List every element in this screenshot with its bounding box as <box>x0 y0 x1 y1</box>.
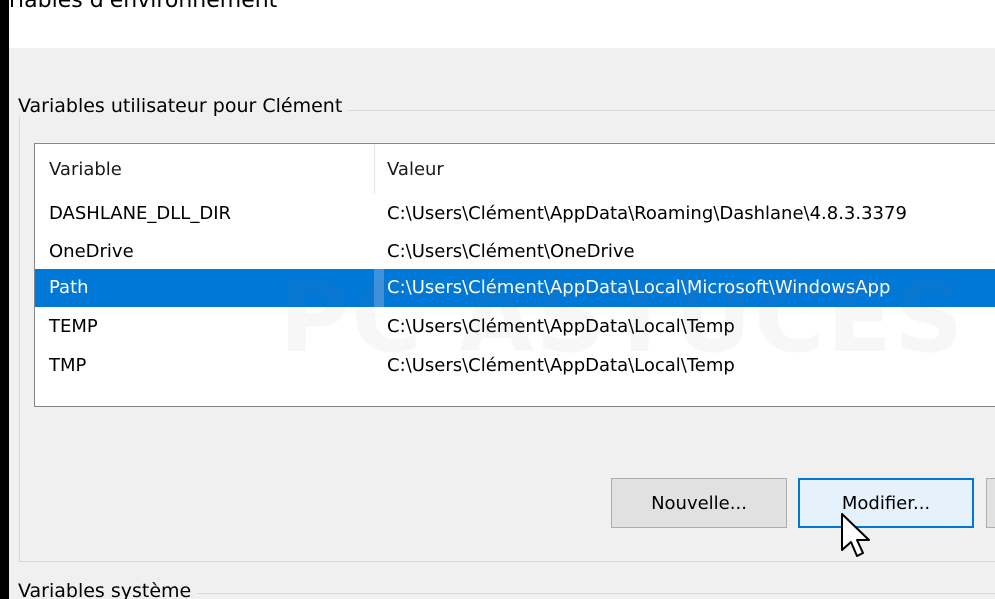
system-variables-group-label: Variables système <box>18 580 198 599</box>
row-variable-value: C:\Users\Clément\OneDrive <box>387 241 635 262</box>
table-row[interactable]: TMP C:\Users\Clément\AppData\Local\Temp <box>35 347 995 385</box>
row-variable-name: Path <box>49 277 89 298</box>
delete-variable-button[interactable] <box>986 478 995 528</box>
column-header-variable[interactable]: Variable <box>49 159 122 180</box>
table-row[interactable]: OneDrive C:\Users\Clément\OneDrive <box>35 233 995 271</box>
edit-variable-button[interactable]: Modifier... <box>798 478 974 528</box>
row-variable-name: DASHLANE_DLL_DIR <box>49 203 232 224</box>
table-row-selected[interactable]: Path C:\Users\Clément\AppData\Local\Micr… <box>35 269 995 307</box>
row-variable-name: TEMP <box>49 316 98 337</box>
column-header-valeur[interactable]: Valeur <box>387 159 444 180</box>
arrow-cursor-icon <box>841 513 870 557</box>
row-variable-value: C:\Users\Clément\AppData\Roaming\Dashlan… <box>387 203 907 224</box>
new-variable-button[interactable]: Nouvelle... <box>611 478 787 528</box>
title-bar: riables d'environnement <box>9 0 995 48</box>
row-variable-name: TMP <box>49 355 87 376</box>
table-row[interactable]: TEMP C:\Users\Clément\AppData\Local\Temp <box>35 308 995 346</box>
column-separator[interactable] <box>374 144 375 194</box>
selection-column-gap <box>374 269 384 307</box>
list-header: Variable Valeur <box>35 144 995 194</box>
window-border <box>0 0 9 599</box>
row-variable-value: C:\Users\Clément\AppData\Local\Temp <box>387 355 735 376</box>
window-title: riables d'environnement <box>9 0 278 13</box>
row-variable-value: C:\Users\Clément\AppData\Local\Temp <box>387 316 735 337</box>
user-variables-group-label: Variables utilisateur pour Clément <box>18 95 349 117</box>
environment-variables-dialog: riables d'environnement Variables utilis… <box>0 0 995 599</box>
row-variable-value: C:\Users\Clément\AppData\Local\Microsoft… <box>387 277 891 298</box>
row-variable-name: OneDrive <box>49 241 134 262</box>
dialog-panel: riables d'environnement Variables utilis… <box>9 0 995 599</box>
user-variables-list[interactable]: Variable Valeur DASHLANE_DLL_DIR C:\User… <box>34 143 995 407</box>
table-row[interactable]: DASHLANE_DLL_DIR C:\Users\Clément\AppDat… <box>35 195 995 233</box>
